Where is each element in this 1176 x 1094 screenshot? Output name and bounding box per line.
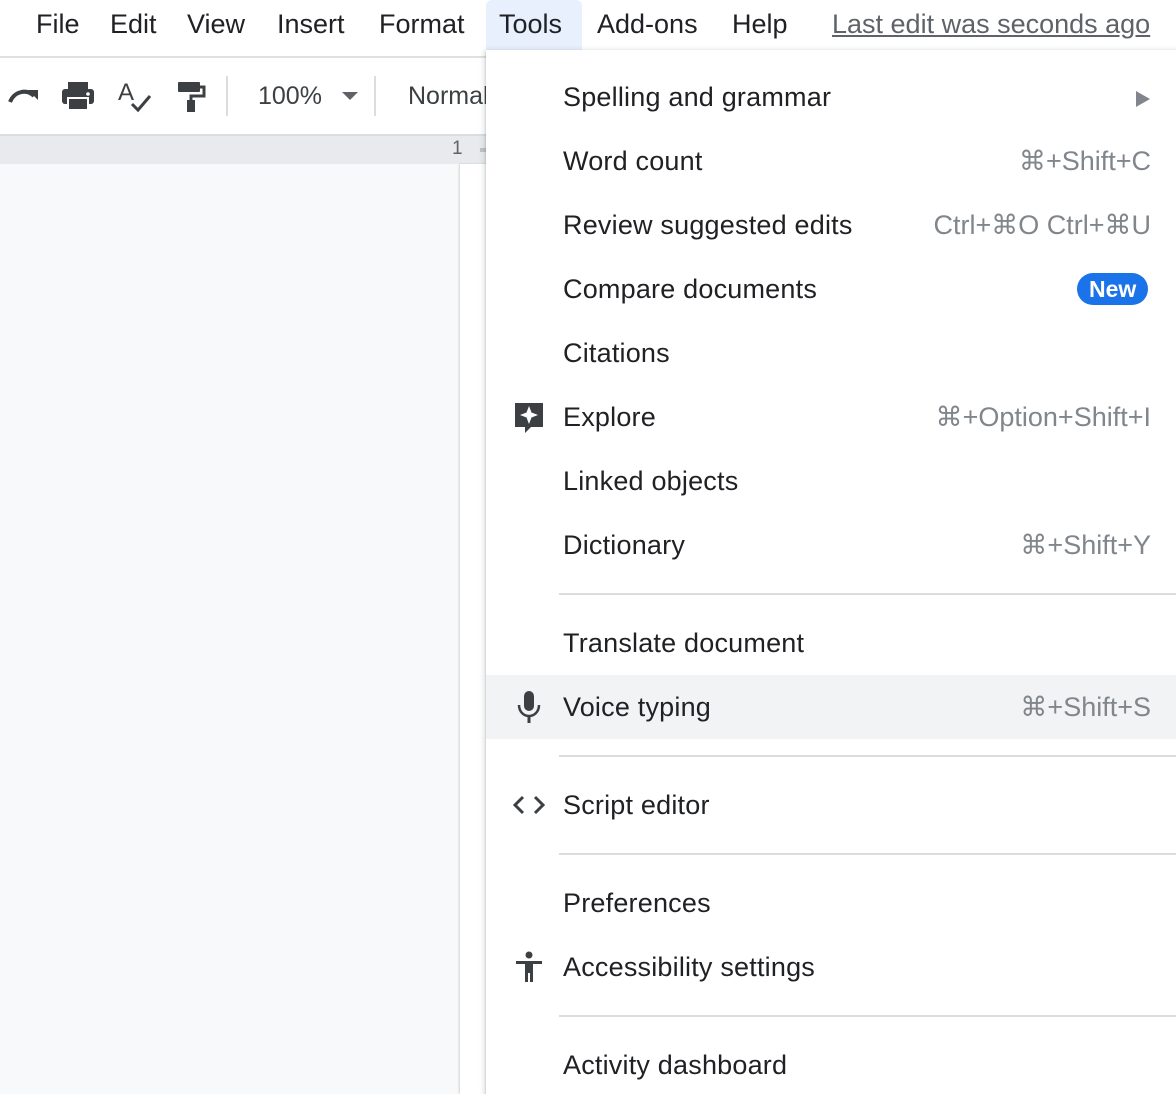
ruler-number: 1	[452, 138, 463, 159]
menu-file[interactable]: File	[23, 0, 93, 50]
menu-divider	[559, 1015, 1176, 1017]
zoom-select[interactable]: 100%	[258, 78, 322, 114]
menu-item-spelling-and-grammar[interactable]: Spelling and grammar	[486, 65, 1176, 129]
menu-item-review-suggested-edits[interactable]: Review suggested edits Ctrl+⌘O Ctrl+⌘U	[486, 193, 1176, 257]
menu-item-explore[interactable]: Explore ⌘+Option+Shift+I	[486, 385, 1176, 449]
code-icon	[511, 787, 547, 823]
menu-item-label: Explore	[563, 402, 656, 432]
menu-insert[interactable]: Insert	[264, 0, 358, 50]
menu-item-label: Activity dashboard	[563, 1050, 788, 1080]
menu-item-label: Accessibility settings	[563, 952, 815, 982]
paragraph-style-select[interactable]: Normal	[408, 78, 489, 114]
menu-item-label: Linked objects	[563, 466, 739, 496]
menu-divider	[559, 755, 1176, 757]
menu-item-label: Translate document	[563, 628, 805, 658]
menu-item-accessibility-settings[interactable]: Accessibility settings	[486, 935, 1176, 999]
menu-item-word-count[interactable]: Word count ⌘+Shift+C	[486, 129, 1176, 193]
menu-item-label: Spelling and grammar	[563, 82, 832, 112]
menu-item-dictionary[interactable]: Dictionary ⌘+Shift+Y	[486, 513, 1176, 577]
menu-add-ons[interactable]: Add-ons	[584, 0, 711, 50]
menu-item-voice-typing[interactable]: Voice typing ⌘+Shift+S	[486, 675, 1176, 739]
menu-item-label: Preferences	[563, 888, 711, 918]
menu-item-script-editor[interactable]: Script editor	[486, 773, 1176, 837]
svg-text:A: A	[118, 79, 134, 106]
menu-help[interactable]: Help	[719, 0, 801, 50]
menu-item-linked-objects[interactable]: Linked objects	[486, 449, 1176, 513]
menu-item-label: Script editor	[563, 790, 710, 820]
redo-icon[interactable]	[4, 76, 44, 116]
menu-item-compare-documents[interactable]: Compare documents New	[486, 257, 1176, 321]
menu-divider	[559, 853, 1176, 855]
chevron-down-icon[interactable]	[342, 92, 358, 100]
menu-item-translate-document[interactable]: Translate document	[486, 611, 1176, 675]
menu-item-label: Compare documents	[563, 274, 818, 304]
menu-item-label: Dictionary	[563, 530, 686, 560]
paint-format-icon[interactable]	[170, 76, 210, 116]
menu-bar: File Edit View Insert Format Tools Add-o…	[0, 0, 1176, 50]
menu-tools[interactable]: Tools	[486, 0, 582, 50]
menu-edit[interactable]: Edit	[97, 0, 170, 50]
menu-item-label: Voice typing	[563, 692, 711, 722]
new-badge: New	[1077, 273, 1149, 305]
menu-item-label: Citations	[563, 338, 670, 368]
submenu-arrow-icon	[1136, 91, 1150, 107]
menu-item-label: Review suggested edits	[563, 210, 853, 240]
menu-item-label: Word count	[563, 146, 703, 176]
explore-icon	[511, 399, 547, 435]
menu-item-activity-dashboard[interactable]: Activity dashboard	[486, 1033, 1176, 1094]
spellcheck-icon[interactable]: A	[114, 76, 154, 116]
toolbar-divider	[374, 76, 376, 116]
tools-menu: Spelling and grammar Word count ⌘+Shift+…	[486, 50, 1176, 1094]
menu-item-shortcut: ⌘+Option+Shift+I	[935, 402, 1151, 432]
menu-item-shortcut: ⌘+Shift+Y	[1020, 530, 1151, 560]
menu-item-preferences[interactable]: Preferences	[486, 871, 1176, 935]
menu-view[interactable]: View	[174, 0, 258, 50]
accessibility-icon	[511, 949, 547, 985]
toolbar-divider	[226, 76, 228, 116]
menu-item-shortcut: ⌘+Shift+S	[1020, 692, 1151, 722]
menu-divider	[559, 593, 1176, 595]
microphone-icon	[511, 689, 547, 725]
last-edit-link[interactable]: Last edit was seconds ago	[832, 0, 1150, 50]
menu-item-shortcut: Ctrl+⌘O Ctrl+⌘U	[933, 210, 1151, 240]
menu-item-shortcut: ⌘+Shift+C	[1018, 146, 1151, 176]
menu-format[interactable]: Format	[366, 0, 478, 50]
print-icon[interactable]	[58, 76, 98, 116]
menu-item-citations[interactable]: Citations	[486, 321, 1176, 385]
